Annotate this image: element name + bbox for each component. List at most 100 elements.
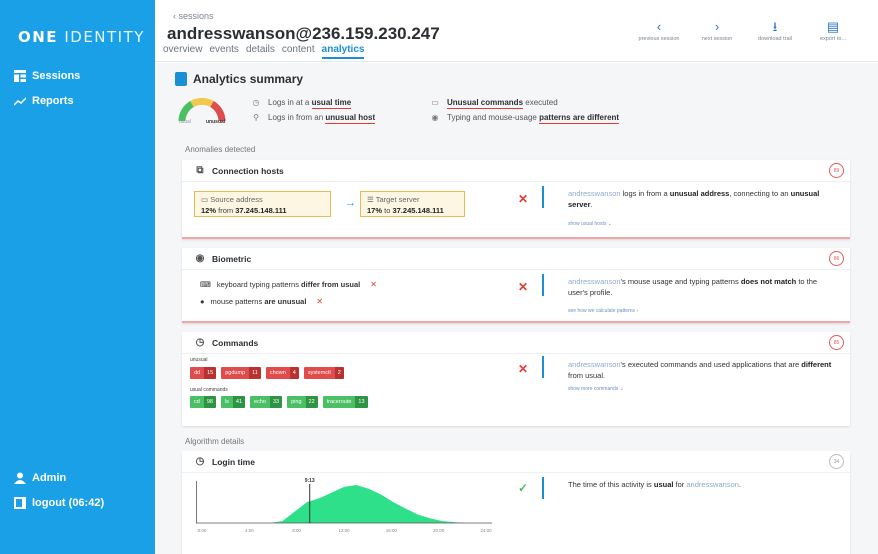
biometric-description: andresswanson's mouse usage and typing p… [568,277,818,297]
connection-description: andresswanson logs in from a unusual add… [568,189,820,209]
source-address-box: ▭ Source address 12% from 37.245.148.111 [194,191,331,217]
sidebar: ONE IDENTITY Sessions Reports Admin logo… [0,0,155,554]
usual-commands-list: cd 98 ls 41 echo 33 ping 22 traceroute 13 [190,396,368,408]
x-tick-label: 16:00 [386,528,398,533]
unusual-commands-label: unusual [190,357,208,363]
summary-item: ⚲ Logs in from an unusual host [251,110,376,125]
tab-content[interactable]: content [282,44,315,59]
sidebar-item-label: Reports [32,95,74,107]
calculate-patterns-link[interactable]: see how we calculate patterns › [568,308,638,314]
back-to-sessions-link[interactable]: ‹ sessions [173,11,214,21]
page-header: ‹ sessions andresswanson@236.159.230.247… [155,0,878,62]
summary-list-left: ◷ Logs in at a usual time ⚲ Logs in from a… [251,95,376,125]
biometric-card: ◉ Biometric 86 ⌨ keyboard typing pattern… [182,248,850,323]
tab-events[interactable]: events [209,44,238,59]
login-time-chart: 9:13 0:00 4:00 8:00 12:00 16:00 20:00 24:00 [196,478,492,533]
host-icon: ⚲ [253,113,259,122]
command-chip[interactable]: chown 4 [265,367,299,379]
chart-line-icon [14,97,26,106]
document-icon: ▤ [826,19,840,34]
one-identity-logo: ONE IDENTITY [18,28,145,46]
keyboard-icon: ⌨ [200,280,211,289]
next-session-button[interactable]: › next session [694,19,740,43]
show-usual-hosts-link[interactable]: show usual hosts ⌄ [568,221,612,227]
command-chip[interactable]: ls 41 [220,396,246,408]
command-chip[interactable]: dd 15 [190,367,217,379]
main-content: Analytics summary usual unusual ◷ Logs in… [155,63,878,554]
sidebar-item-reports[interactable]: Reports [14,95,74,107]
logout-button[interactable]: logout (06:42) [14,497,104,509]
login-time-card: ◷ Login time 34 9:13 0:00 4:00 8:00 12:00 16:… [182,451,850,554]
download-trail-button[interactable]: ⭳ download trail [752,19,798,43]
user-icon [14,472,26,484]
summary-item: ◷ Logs in at a usual time [252,98,352,109]
sessions-icon [14,70,26,82]
score-badge: 89 [829,163,844,178]
target-server-box: ☰ Target server 17% to 37.245.148.111 [360,191,465,217]
cross-icon: ✕ [518,280,529,294]
sidebar-item-sessions[interactable]: Sessions [14,70,80,82]
document-icon [175,72,187,86]
command-chip[interactable]: echo 33 [250,396,283,408]
check-icon: ✓ [518,481,529,495]
card-title: Commands [212,337,259,348]
tab-details[interactable]: details [246,44,275,59]
connection-hosts-card: ⧉ Connection hosts 89 ▭ Source address 1… [182,160,850,239]
sidebar-item-label: Sessions [32,70,81,82]
chevron-down-icon: ⌄ [607,221,612,227]
command-chip[interactable]: traceroute 13 [322,396,368,408]
chevron-down-icon: ⌄ [619,386,624,392]
server-icon: ☰ [367,195,374,204]
score-badge: 86 [829,251,844,266]
x-tick-label: 12:00 [338,528,350,533]
chevron-right-icon: › [714,19,720,34]
commands-description: andresswanson's executed commands and us… [568,360,832,380]
tab-bar: overview events details content analytic… [163,44,365,59]
x-tick-label: 0:00 [198,528,207,533]
usual-commands-label: usual commands [190,387,228,393]
logout-icon [14,497,26,509]
download-icon: ⭳ [772,19,778,34]
cross-icon: ✕ [518,192,529,206]
analytics-summary-title: Analytics summary [175,72,303,86]
cross-icon: ✕ [316,297,324,306]
unusual-commands-list: dd 15 pgdump 11 chown 4 systemctl 2 [190,367,344,379]
previous-session-button[interactable]: ‹ previous session [636,19,682,43]
export-button[interactable]: ▤ export to... [810,19,856,43]
summary-item: ◉ Typing and mouse-usage patterns are dif… [431,113,620,124]
page-title: andresswanson@236.159.230.247 [167,24,440,43]
command-chip[interactable]: pgdump 11 [221,367,261,379]
show-more-commands-link[interactable]: show more commands ⌄ [568,386,624,392]
arrow-right-icon: → [345,197,356,209]
command-chip[interactable]: ping 22 [287,396,318,408]
summary-list-right: ▭ Unusual commands executed ◉ Typing and m… [430,95,620,125]
fingerprint-icon: ◉ [431,113,439,122]
x-tick-label: 4:00 [245,528,254,533]
algorithm-heading: Algorithm details [185,437,245,446]
clock-icon: ◷ [195,456,205,467]
network-icon: ⧉ [196,165,204,176]
x-tick-label: 20:00 [433,528,445,533]
marker-label: 9:13 [305,478,315,484]
chevron-right-icon: › [636,308,639,314]
summary-item: ▭ Unusual commands executed [431,98,558,109]
card-title: Biometric [212,253,252,264]
commands-card: ◷ Commands 85 unusual dd 15 pgdump 11 chow… [182,332,850,426]
fingerprint-icon: ◉ [195,253,205,264]
tab-overview[interactable]: overview [163,44,202,59]
card-title: Connection hosts [212,165,284,176]
x-tick-label: 8:00 [292,528,301,533]
header-actions: ‹ previous session › next session ⭳ downloa… [636,19,856,43]
gauge-low-label: usual [179,119,191,125]
gauge-high-label: unusual [206,119,226,125]
card-title: Login time [212,456,255,467]
chevron-left-icon: ‹ [656,19,662,34]
monitor-icon: ▭ [201,195,209,204]
command-chip[interactable]: cd 98 [190,396,216,408]
login-time-area [196,485,492,523]
tab-analytics[interactable]: analytics [321,44,365,59]
command-chip[interactable]: systemctl 2 [303,367,344,379]
anomalies-heading: Anomalies detected [185,145,256,154]
login-time-description: The time of this activity is usual for a… [568,480,742,489]
admin-link[interactable]: Admin [14,472,66,484]
